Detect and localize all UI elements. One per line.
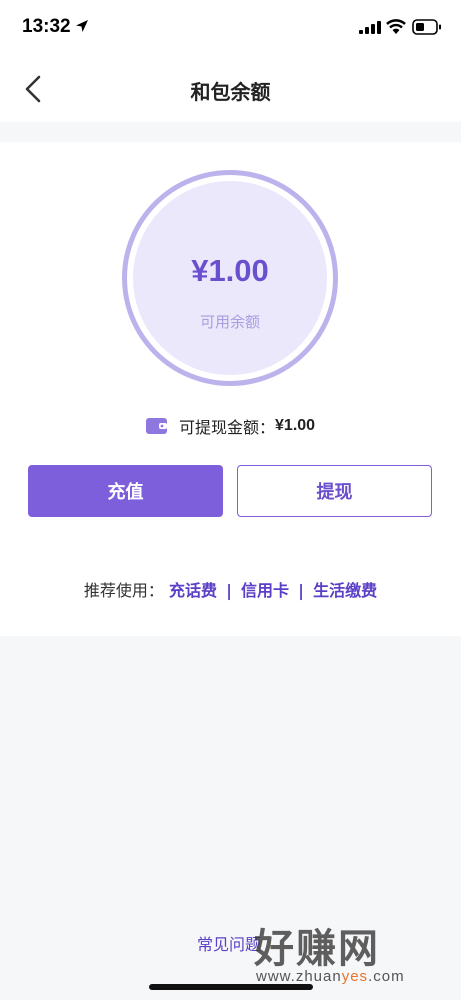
balance-disk: ¥1.00 可用余额	[133, 181, 327, 375]
recharge-button[interactable]: 充值	[28, 465, 223, 517]
balance-ring: ¥1.00 可用余额	[122, 170, 338, 386]
withdrawable-row: 可提现金额：¥1.00	[0, 414, 461, 438]
balance-amount: ¥1.00	[191, 253, 269, 288]
status-time: 13:32	[22, 16, 71, 37]
signal-icon	[359, 21, 381, 34]
location-arrow-icon	[76, 20, 88, 32]
watermark-brand: 好赚网	[254, 926, 380, 972]
recommend-separator: |	[226, 581, 232, 600]
status-bar: 13:32	[0, 0, 461, 56]
recommend-separator: |	[298, 581, 304, 600]
balance-card: ¥1.00 可用余额 可提现金额：¥1.00 充值 提现 推荐使用： 充话费 |…	[0, 142, 461, 636]
battery-icon	[412, 19, 441, 35]
faq-link[interactable]: 常见问题	[197, 931, 261, 955]
nav-bar: 和包余额	[0, 56, 461, 122]
wifi-icon	[386, 19, 406, 34]
home-indicator	[149, 984, 313, 990]
withdraw-button[interactable]: 提现	[237, 465, 432, 517]
recommend-row: 推荐使用： 充话费 | 信用卡 | 生活缴费	[0, 577, 461, 601]
recommend-link-credit-card[interactable]: 信用卡	[241, 581, 289, 600]
recommend-link-utility-bills[interactable]: 生活缴费	[313, 581, 377, 600]
wallet-icon	[145, 418, 167, 434]
watermark-url: www.zhuanyes.com	[256, 968, 405, 985]
balance-label: 可用余额	[199, 313, 260, 331]
recommend-label: 推荐使用：	[83, 581, 164, 600]
withdrawable-label: 可提现金额：	[179, 418, 276, 437]
page-title: 和包余额	[190, 80, 271, 104]
recommend-link-phone-topup[interactable]: 充话费	[169, 581, 217, 600]
watermark: 好赚网 www.zhuanyes.com	[250, 916, 445, 986]
withdrawable-value: ¥1.00	[275, 417, 316, 434]
